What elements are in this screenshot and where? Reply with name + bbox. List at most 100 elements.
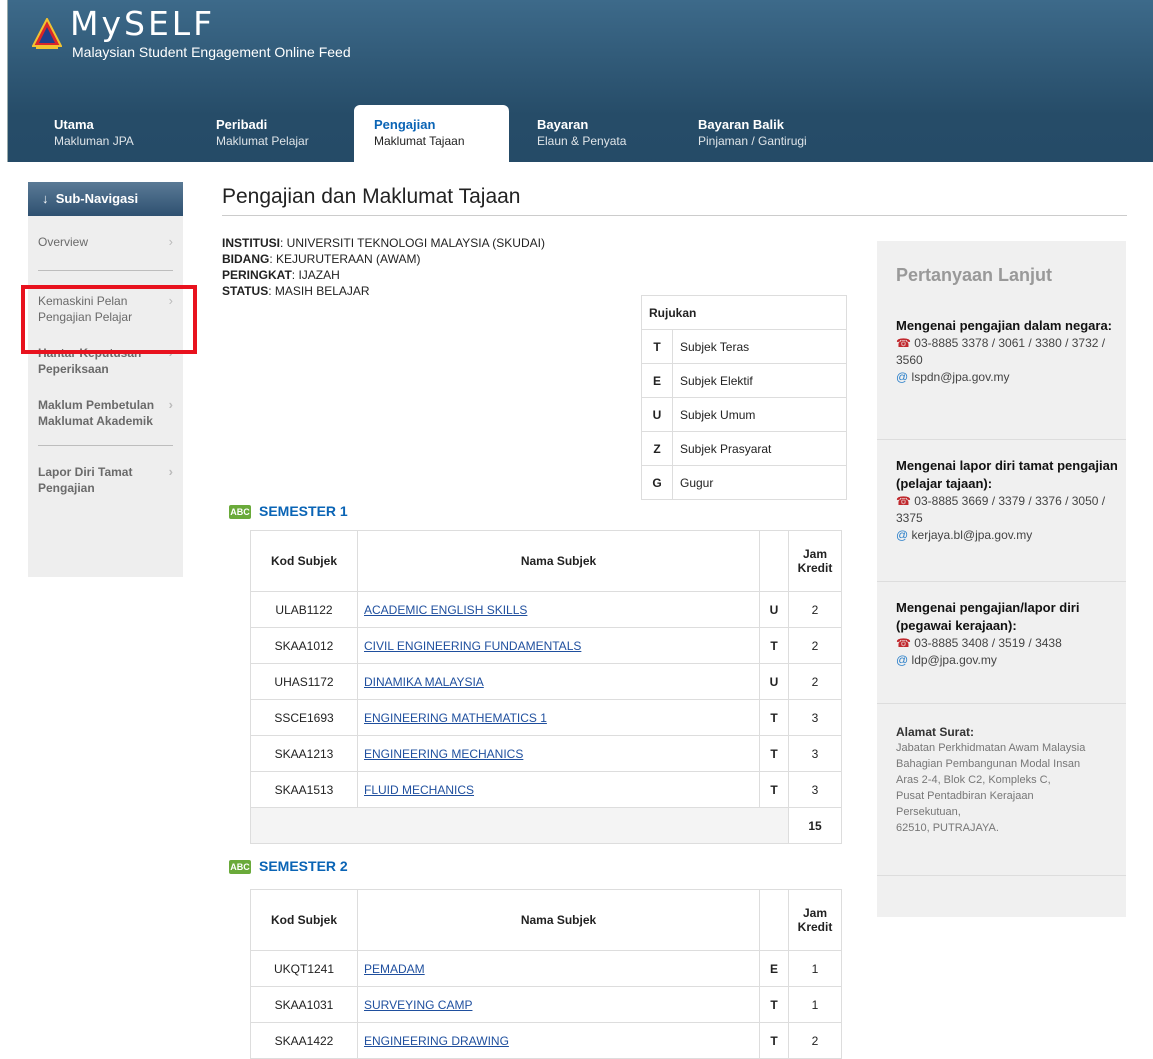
jam-cell: 2 [788, 591, 842, 628]
contact-email[interactable]: @ kerjaya.bl@jpa.gov.my [896, 527, 1121, 544]
info-institusi: INSTITUSI: UNIVERSITI TEKNOLOGI MALAYSIA… [222, 236, 545, 250]
rujukan-code: E [641, 363, 673, 398]
address-line: Pusat Pentadbiran Kerajaan [896, 790, 1034, 802]
contact-heading: Mengenai pengajian/lapor diri (pegawai k… [896, 600, 1080, 633]
kod-cell: ULAB1122 [250, 591, 358, 628]
table-row: UHAS1172 DINAMIKA MALAYSIA U 2 [250, 663, 842, 700]
address-line: Persekutuan, [896, 806, 961, 818]
nama-cell: ENGINEERING MECHANICS [357, 735, 760, 772]
type-cell: E [759, 950, 789, 987]
chevron-right-icon: › [168, 345, 173, 360]
table-row: SKAA1513 FLUID MECHANICS T 3 [250, 771, 842, 808]
kod-cell: UKQT1241 [250, 950, 358, 987]
nama-cell: DINAMIKA MALAYSIA [357, 663, 760, 700]
sidebar-item-hantar-keputusan[interactable]: Hantar Keputusan Peperiksaan › [28, 335, 183, 387]
chevron-right-icon: › [168, 293, 173, 308]
panel-divider [877, 875, 1126, 876]
contact-phone: ☎ 03-8885 3669 / 3379 / 3376 / 3050 / 33… [896, 494, 1106, 525]
rujukan-code: Z [641, 431, 673, 466]
contact-phone: ☎ 03-8885 3408 / 3519 / 3438 [896, 636, 1062, 650]
subject-link[interactable]: DINAMIKA MALAYSIA [364, 675, 484, 689]
type-cell: T [759, 627, 789, 664]
contact-block: Mengenai pengajian/lapor diri (pegawai k… [896, 599, 1121, 669]
info-status: STATUS: MASIH BELAJAR [222, 284, 370, 298]
subject-link[interactable]: ENGINEERING MATHEMATICS 1 [364, 711, 547, 725]
table-row: ULAB1122 ACADEMIC ENGLISH SKILLS U 2 [250, 591, 842, 628]
header-kod: Kod Subjek [250, 530, 358, 592]
contact-email[interactable]: @ ldp@jpa.gov.my [896, 652, 1121, 669]
table-row: SKAA1012 CIVIL ENGINEERING FUNDAMENTALS … [250, 627, 842, 664]
contact-email[interactable]: @ lspdn@jpa.gov.my [896, 369, 1121, 386]
sidebar-item-kemaskini-pelan[interactable]: Kemaskini Pelan Pengajian Pelajar › [28, 279, 183, 335]
subnav-header[interactable]: ↓ Sub-Navigasi [28, 182, 183, 216]
table-row: E Subjek Elektif [641, 363, 847, 398]
sidebar-divider [38, 270, 173, 271]
table-row: UKQT1241 PEMADAM E 1 [250, 950, 842, 987]
sidebar-item-label: Lapor Diri Tamat Pengajian [38, 465, 133, 495]
sidebar-item-overview[interactable]: Overview › [28, 224, 183, 260]
subject-link[interactable]: CIVIL ENGINEERING FUNDAMENTALS [364, 639, 581, 653]
app-subtitle: Malaysian Student Engagement Online Feed [72, 44, 351, 60]
at-icon: @ [896, 370, 909, 384]
type-cell: T [759, 735, 789, 772]
chevron-right-icon: › [168, 464, 173, 479]
nama-cell: ENGINEERING MATHEMATICS 1 [357, 699, 760, 736]
tab-pengajian[interactable]: Pengajian Maklumat Tajaan [354, 105, 509, 162]
phone-icon: ☎ [896, 636, 911, 650]
address-line: Bahagian Pembangunan Modal Insan [896, 758, 1081, 770]
rujukan-code: G [641, 465, 673, 500]
sidebar-item-maklum-pembetulan[interactable]: Maklum Pembetulan Maklumat Akademik › [28, 387, 183, 439]
rujukan-table: Rujukan T Subjek Teras E Subjek Elektif US… [641, 295, 847, 500]
tab-bayaran-balik[interactable]: Bayaran Balik Pinjaman / Gantirugi [678, 105, 878, 162]
semester-1-table: Kod Subjek Nama Subjek Jam Kredit ULAB11… [250, 530, 842, 844]
at-icon: @ [896, 653, 909, 667]
table-row: Z Subjek Prasyarat [641, 431, 847, 466]
title-divider [222, 215, 1127, 216]
type-cell: U [759, 663, 789, 700]
semester-title: SEMESTER 2 [259, 858, 348, 874]
table-row: SKAA1422 ENGINEERING DRAWING T 2 [250, 1022, 842, 1059]
tab-utama[interactable]: Utama Makluman JPA [34, 105, 189, 162]
subject-link[interactable]: ENGINEERING DRAWING [364, 1034, 509, 1048]
table-row: T Subjek Teras [641, 329, 847, 364]
total-row: 15 [250, 807, 842, 844]
subject-link[interactable]: SURVEYING CAMP [364, 998, 472, 1012]
nama-cell: CIVIL ENGINEERING FUNDAMENTALS [357, 627, 760, 664]
student-info: INSTITUSI: UNIVERSITI TEKNOLOGI MALAYSIA… [222, 235, 545, 299]
type-cell: T [759, 771, 789, 808]
rujukan-label: Subjek Umum [672, 397, 847, 432]
sidebar-item-label: Maklum Pembetulan Maklumat Akademik [38, 398, 155, 428]
tab-bayaran[interactable]: Bayaran Elaun & Penyata [517, 105, 672, 162]
page-title: Pengajian dan Maklumat Tajaan [222, 185, 521, 208]
header-type [759, 889, 789, 951]
rujukan-label: Subjek Prasyarat [672, 431, 847, 466]
nama-cell: SURVEYING CAMP [357, 986, 760, 1023]
contact-phone: ☎ 03-8885 3378 / 3061 / 3380 / 3732 / 35… [896, 336, 1106, 367]
table-row: U Subjek Umum [641, 397, 847, 432]
jam-cell: 2 [788, 627, 842, 664]
header-nama: Nama Subjek [357, 889, 760, 951]
sidebar-item-lapor-diri[interactable]: Lapor Diri Tamat Pengajian › [28, 454, 183, 506]
rujukan-header: Rujukan [641, 295, 847, 330]
subject-link[interactable]: ACADEMIC ENGLISH SKILLS [364, 603, 527, 617]
info-bidang: BIDANG: KEJURUTERAAN (AWAM) [222, 252, 421, 266]
subject-link[interactable]: ENGINEERING MECHANICS [364, 747, 523, 761]
table-row: SKAA1213 ENGINEERING MECHANICS T 3 [250, 735, 842, 772]
nama-cell: ENGINEERING DRAWING [357, 1022, 760, 1059]
sidebar-item-label: Hantar Keputusan Peperiksaan [38, 346, 142, 376]
kod-cell: UHAS1172 [250, 663, 358, 700]
contact-block: Mengenai pengajian dalam negara: ☎ 03-88… [896, 317, 1121, 386]
header-kod: Kod Subjek [250, 889, 358, 951]
subject-link[interactable]: PEMADAM [364, 962, 425, 976]
total-spacer [250, 807, 789, 844]
sidebar-item-label: Overview [38, 235, 89, 249]
total-credits: 15 [788, 807, 842, 844]
tab-peribadi[interactable]: Peribadi Maklumat Pelajar [196, 105, 351, 162]
address-line: 62510, PUTRAJAYA. [896, 822, 999, 834]
rujukan-code: T [641, 329, 673, 364]
at-icon: @ [896, 528, 909, 542]
jam-cell: 3 [788, 735, 842, 772]
subject-link[interactable]: FLUID MECHANICS [364, 783, 474, 797]
rujukan-label: Gugur [672, 465, 847, 500]
tab-bayaran-label: Bayaran [537, 117, 589, 132]
